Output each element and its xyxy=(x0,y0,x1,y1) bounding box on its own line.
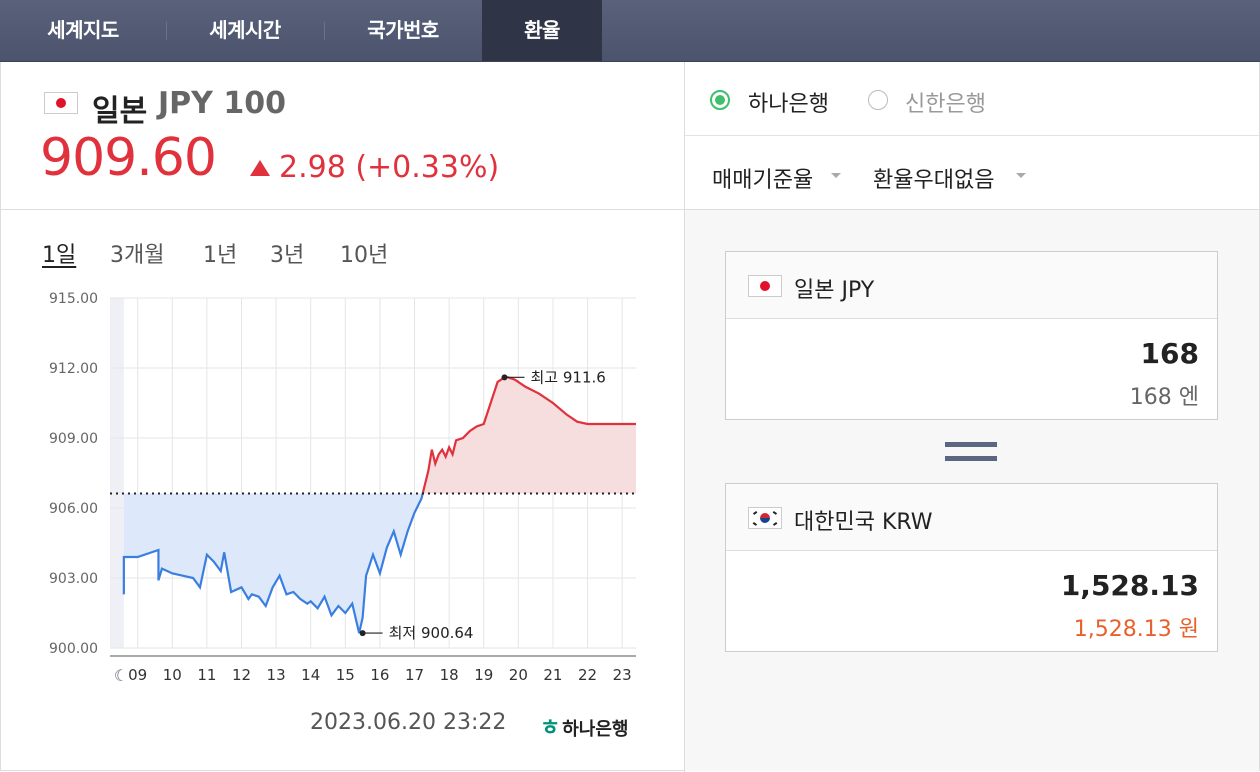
annotation-label: 최고 911.6 xyxy=(531,368,606,386)
period-3-months[interactable]: 3개월 xyxy=(110,237,164,269)
x-tick-label: 21 xyxy=(543,666,562,684)
preferential-rate-dropdown[interactable]: 환율우대없음 xyxy=(873,162,994,194)
x-tick-label: 11 xyxy=(197,666,216,684)
from-currency-box[interactable]: 일본 JPY 168 168 엔 xyxy=(725,251,1218,420)
y-tick-label: 900.00 xyxy=(49,641,98,657)
equals-icon xyxy=(945,442,997,447)
horizontal-divider xyxy=(685,135,1259,136)
korea-flag-icon xyxy=(748,507,782,529)
period-1-day[interactable]: 1일 xyxy=(42,237,76,269)
night-shade xyxy=(110,298,124,648)
x-tick-label: 16 xyxy=(370,666,389,684)
annotation-label: 최저 900.64 xyxy=(389,624,474,642)
period-1-year[interactable]: 1년 xyxy=(203,237,237,269)
tab-exchange-rate[interactable]: 환율 xyxy=(482,0,602,61)
x-tick-label: 18 xyxy=(440,666,459,684)
x-tick-label: 20 xyxy=(509,666,528,684)
equals-icon xyxy=(945,456,997,461)
moon-icon: ☾ xyxy=(114,666,128,685)
to-amount-text: 1,528.13 원 xyxy=(1073,617,1199,642)
period-3-years[interactable]: 3년 xyxy=(270,237,304,269)
area-below-baseline xyxy=(123,493,423,634)
y-tick-label: 915.00 xyxy=(49,291,98,307)
to-currency-header[interactable]: 대한민국 KRW xyxy=(726,484,1217,551)
y-tick-label: 906.00 xyxy=(49,501,98,517)
x-tick-label: 10 xyxy=(163,666,182,684)
rate-type-dropdown[interactable]: 매매기준율 xyxy=(712,162,813,194)
horizontal-divider xyxy=(685,209,1259,210)
from-currency-title: 일본 JPY xyxy=(794,278,875,303)
vertical-divider xyxy=(684,62,685,772)
from-amount-input[interactable]: 168 xyxy=(1141,337,1199,370)
exchange-rate-chart[interactable]: 915.00 912.00 909.00 906.00 903.00 900.00 09 10… xyxy=(0,280,684,700)
to-currency-title: 대한민국 KRW xyxy=(794,510,933,535)
chevron-down-icon xyxy=(1016,173,1026,178)
x-tick-label: 09 xyxy=(128,666,147,684)
currency-country-name: 일본 xyxy=(92,94,148,129)
currency-code: JPY 100 xyxy=(158,86,286,121)
radio-shinhan-bank[interactable] xyxy=(868,90,888,110)
to-amount-value[interactable]: 1,528.13 xyxy=(1061,569,1199,602)
chevron-down-icon xyxy=(831,173,841,178)
current-price: 909.60 xyxy=(40,128,217,188)
exchange-rate-widget: 세계지도 세계시간 국가번호 환율 일본 JPY 100 909.60 2.98… xyxy=(0,0,1260,772)
to-currency-box[interactable]: 대한민국 KRW 1,528.13 1,528.13 원 xyxy=(725,483,1218,652)
hana-bank-logo: ㅎ 하나은행 xyxy=(540,710,629,742)
from-currency-header[interactable]: 일본 JPY xyxy=(726,252,1217,319)
horizontal-divider xyxy=(0,209,684,210)
data-timestamp: 2023.06.20 23:22 xyxy=(310,710,507,735)
x-tick-label: 23 xyxy=(613,666,632,684)
up-triangle-icon xyxy=(250,160,270,176)
bank-label-shinhan[interactable]: 신한은행 xyxy=(905,86,986,118)
y-tick-label: 903.00 xyxy=(49,571,98,587)
x-tick-label: 19 xyxy=(474,666,493,684)
hana-logo-mark: ㅎ xyxy=(540,716,561,741)
x-tick-label: 13 xyxy=(267,666,286,684)
y-tick-label: 912.00 xyxy=(49,361,98,377)
tab-world-time[interactable]: 세계시간 xyxy=(166,0,324,61)
x-tick-label: 22 xyxy=(578,666,597,684)
from-amount-text: 168 엔 xyxy=(1129,385,1199,410)
x-tick-label: 14 xyxy=(301,666,320,684)
japan-flag-icon xyxy=(44,92,78,114)
hana-logo-text: 하나은행 xyxy=(562,719,629,740)
area-above-baseline xyxy=(422,377,636,494)
radio-hana-bank[interactable] xyxy=(710,90,730,110)
period-10-years[interactable]: 10년 xyxy=(340,237,388,269)
top-tab-bar: 세계지도 세계시간 국가번호 환율 xyxy=(0,0,1260,62)
x-tick-label: 17 xyxy=(405,666,424,684)
price-change: 2.98 (+0.33%) xyxy=(279,150,500,185)
y-tick-label: 909.00 xyxy=(49,431,98,447)
bank-label-hana[interactable]: 하나은행 xyxy=(748,86,829,118)
tab-world-map[interactable]: 세계지도 xyxy=(0,0,166,61)
japan-flag-icon xyxy=(748,275,782,297)
tab-country-code[interactable]: 국가번호 xyxy=(324,0,482,61)
x-tick-label: 15 xyxy=(336,666,355,684)
x-tick-label: 12 xyxy=(232,666,251,684)
